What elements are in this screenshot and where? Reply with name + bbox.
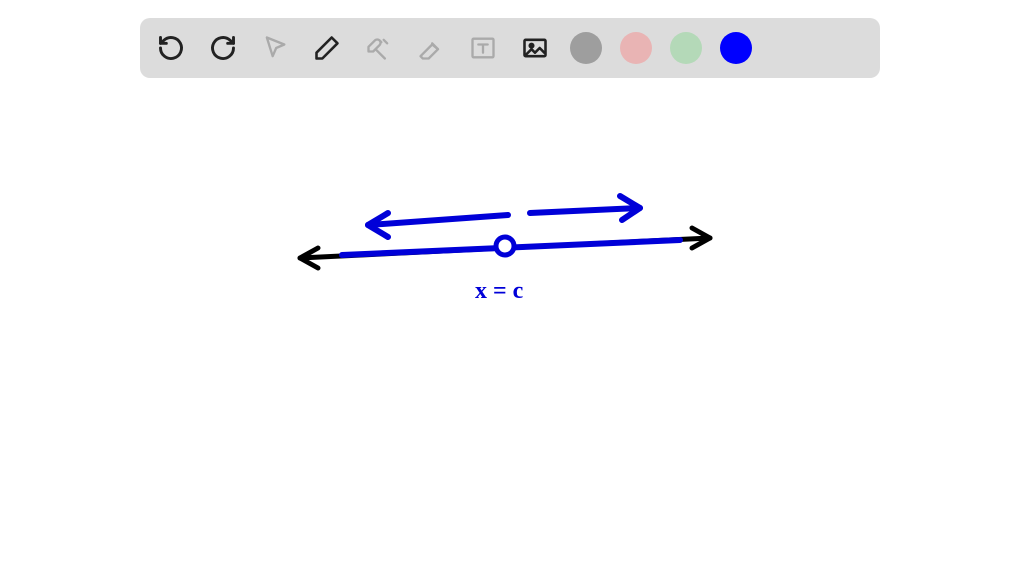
color-green[interactable] <box>670 32 702 64</box>
tools-settings-button[interactable] <box>362 31 396 65</box>
annotation-label: x = c <box>475 278 524 304</box>
text-box-button[interactable] <box>466 31 500 65</box>
image-insert-button[interactable] <box>518 31 552 65</box>
drawing-canvas[interactable]: x = c <box>0 90 1024 560</box>
blue-double-arrow <box>368 196 640 237</box>
drawing-toolbar <box>140 18 880 78</box>
color-pink[interactable] <box>620 32 652 64</box>
eraser-button[interactable] <box>414 31 448 65</box>
pointer-button[interactable] <box>258 31 292 65</box>
color-blue[interactable] <box>720 32 752 64</box>
undo-button[interactable] <box>154 31 188 65</box>
open-circle-hole <box>496 237 514 255</box>
color-gray[interactable] <box>570 32 602 64</box>
redo-button[interactable] <box>206 31 240 65</box>
pencil-button[interactable] <box>310 31 344 65</box>
